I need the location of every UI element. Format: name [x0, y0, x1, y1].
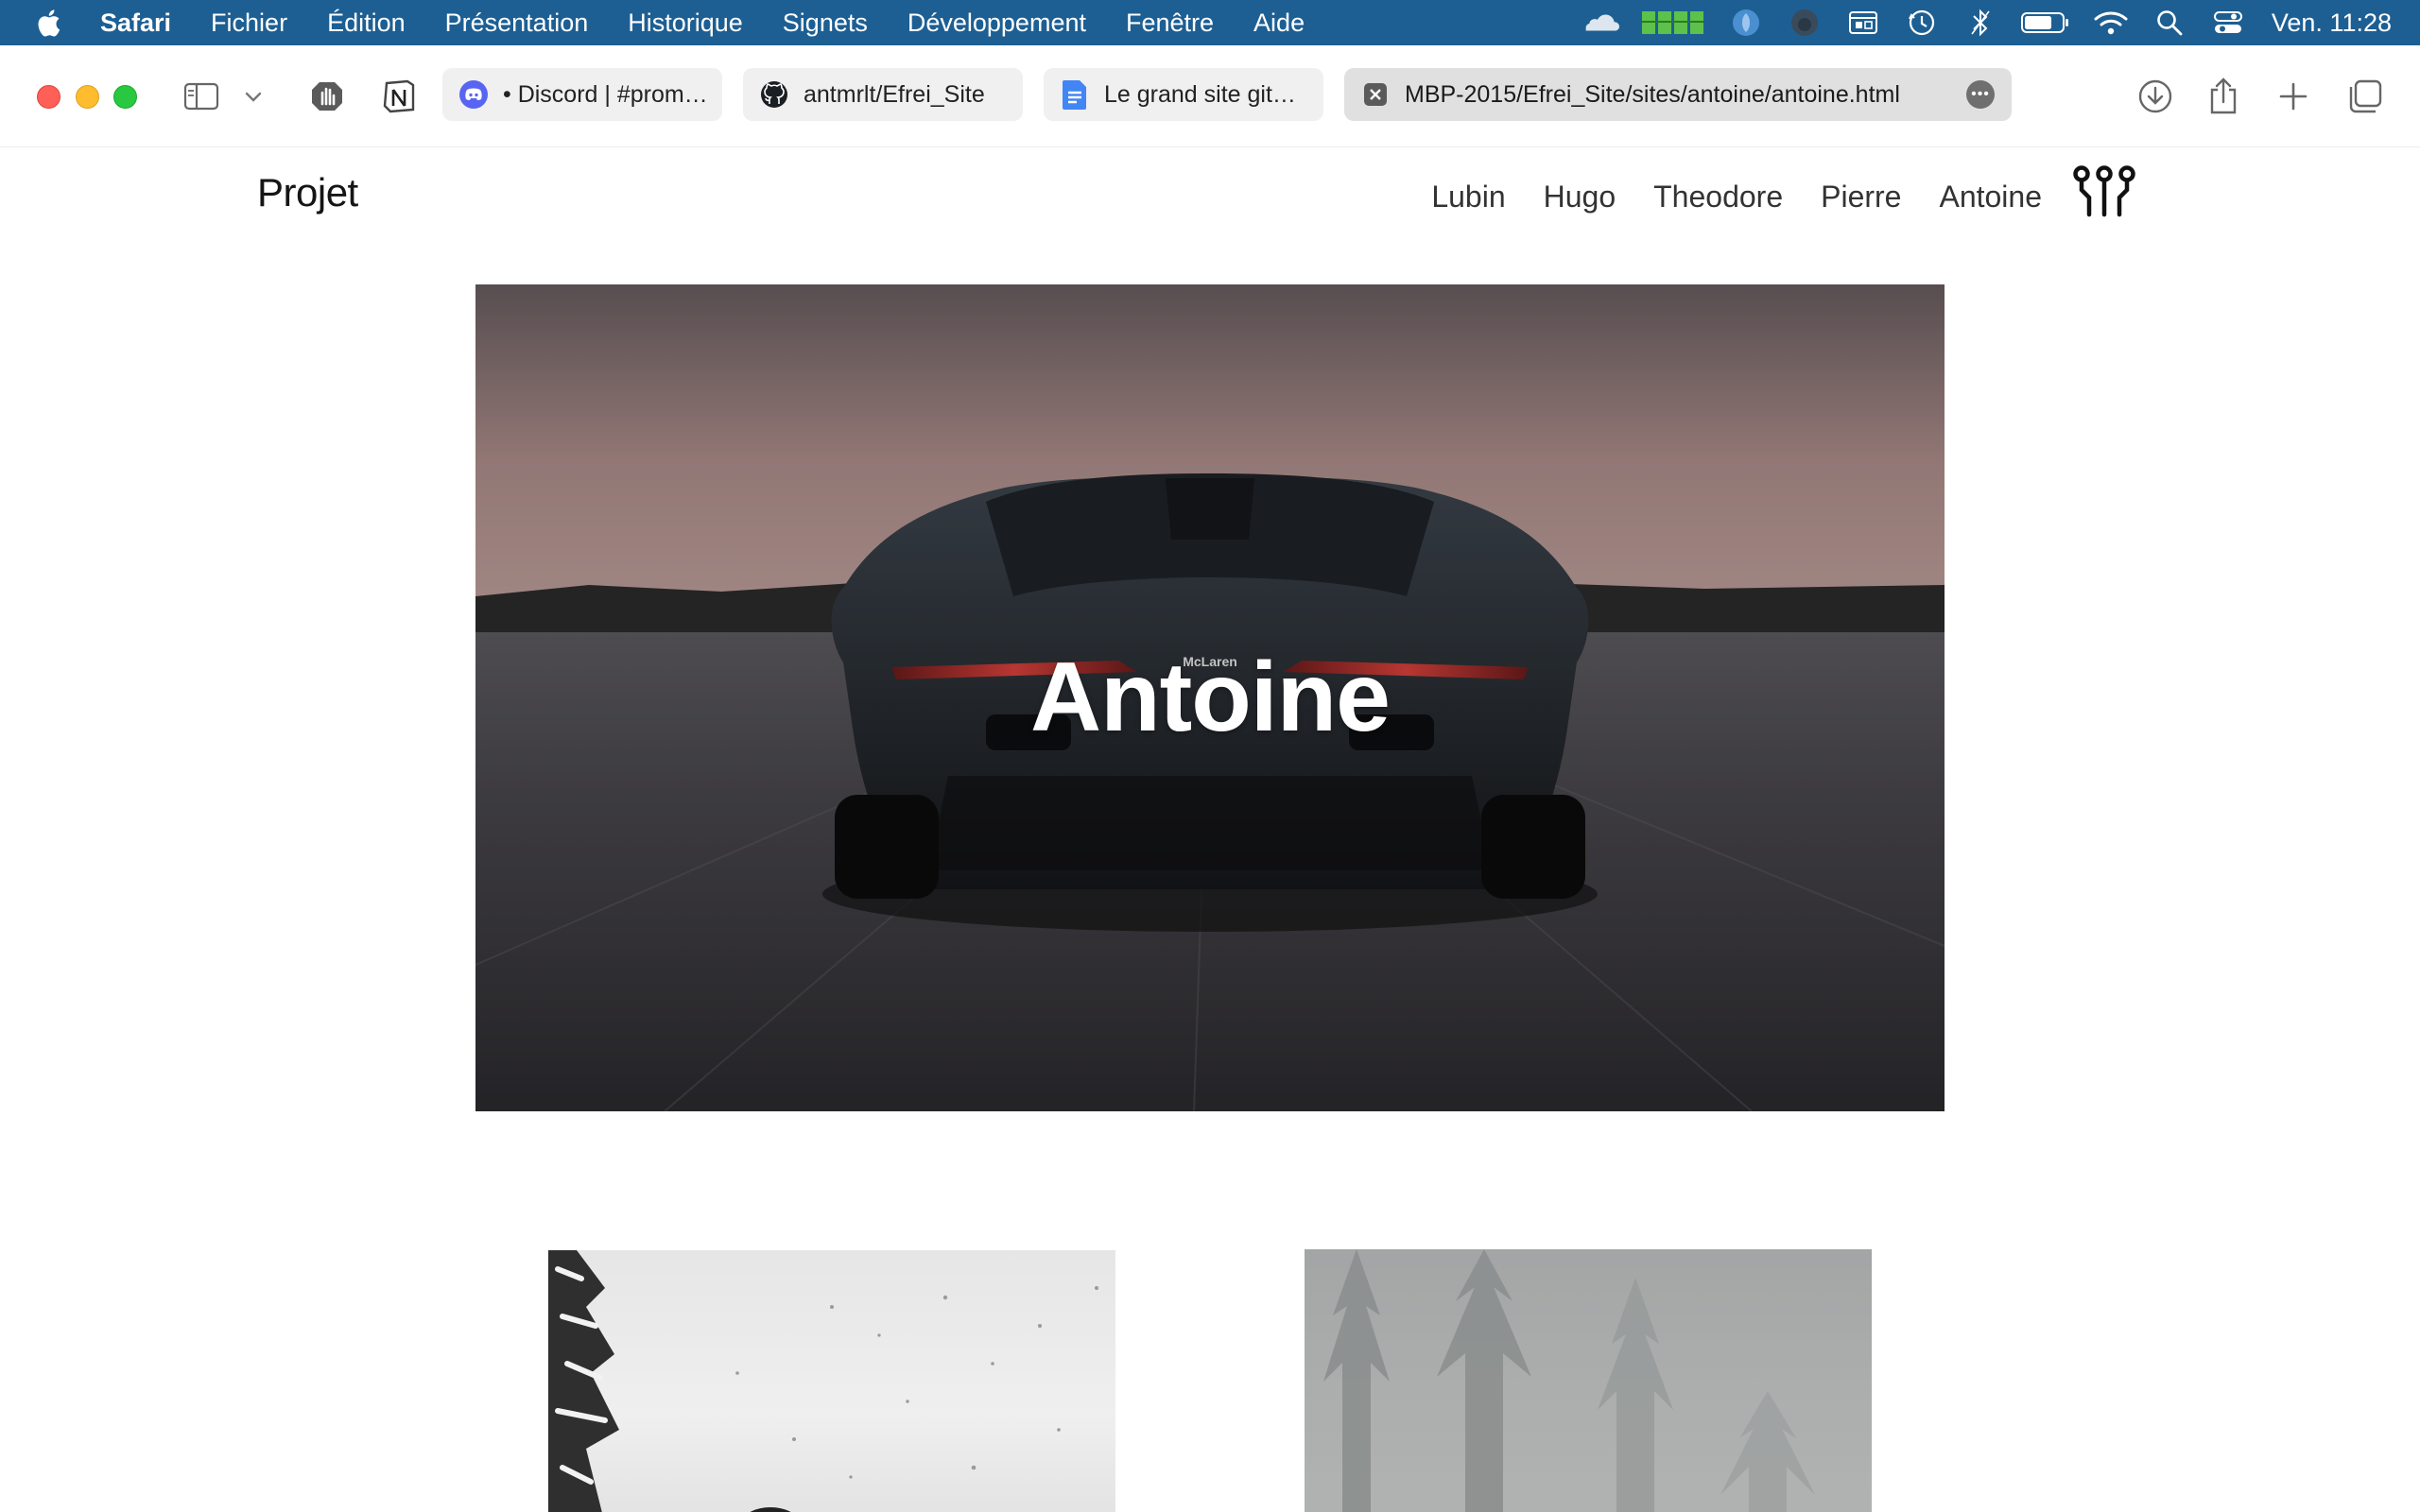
window-minimize-button[interactable] [76, 85, 99, 109]
tab-github[interactable]: antmrlt/Efrei_Site [743, 68, 1023, 121]
new-tab-button[interactable] [2273, 76, 2314, 117]
bluetooth-icon[interactable] [1962, 7, 1999, 39]
gallery-image-snow[interactable] [548, 1250, 1115, 1512]
nav-link-antoine[interactable]: Antoine [1939, 180, 2042, 215]
notion-icon[interactable] [380, 77, 418, 115]
github-cat-icon[interactable] [1786, 7, 1824, 39]
foggy-forest-photo [1305, 1249, 1872, 1512]
close-tab-icon[interactable] [1361, 80, 1390, 109]
battery-icon[interactable] [2020, 7, 2071, 39]
menu-historique[interactable]: Historique [628, 9, 743, 38]
address-url[interactable]: MBP-2015/Efrei_Site/sites/antoine/antoin… [1405, 81, 1900, 109]
hero-title: Antoine [1029, 643, 1391, 752]
status-area: Ven. 11:28 [1561, 0, 2392, 45]
tab-antoine-html-active[interactable]: MBP-2015/Efrei_Site/sites/antoine/antoin… [1344, 68, 2012, 121]
control-center-icon[interactable] [2209, 7, 2247, 39]
menu-developpement[interactable]: Développement [908, 9, 1086, 38]
time-machine-icon[interactable] [1903, 7, 1941, 39]
gallery-image-forest-fog[interactable] [1305, 1249, 1872, 1512]
tab-label: antmrlt/Efrei_Site [804, 80, 985, 108]
google-docs-icon [1061, 80, 1089, 110]
menubar-clock[interactable]: Ven. 11:28 [2272, 9, 2392, 38]
more-options-icon[interactable]: ••• [1966, 80, 1995, 109]
share-button[interactable] [2203, 74, 2244, 117]
download-icon [2138, 79, 2172, 113]
tab-overview-button[interactable] [2344, 76, 2386, 117]
window-zoom-button[interactable] [113, 85, 137, 109]
menu-edition[interactable]: Édition [327, 9, 406, 38]
nav-link-pierre[interactable]: Pierre [1821, 180, 1901, 215]
menu-app-safari[interactable]: Safari [100, 9, 171, 38]
github-icon [760, 80, 788, 109]
window-icon[interactable] [1844, 7, 1882, 39]
menu-bar: Safari Fichier Édition Présentation Hist… [0, 0, 2420, 45]
hand-stop-extension-icon[interactable] [308, 77, 346, 115]
tabs-overview-icon [2349, 79, 2382, 113]
site-header: Projet Lubin Hugo Theodore Pierre Antoin… [0, 147, 2420, 280]
nav-link-lubin[interactable]: Lubin [1431, 180, 1505, 215]
hero-image: McLaren Antoine [475, 284, 1945, 1111]
grid-meter-icon[interactable] [1640, 7, 1706, 39]
wifi-icon[interactable] [2092, 7, 2130, 39]
window-close-button[interactable] [37, 85, 60, 109]
apple-icon[interactable] [36, 7, 64, 39]
web-page: Projet Lubin Hugo Theodore Pierre Antoin… [0, 147, 2420, 1512]
menu-presentation[interactable]: Présentation [445, 9, 589, 38]
circuit-logo-icon[interactable] [2072, 164, 2136, 217]
tab-discord[interactable]: • Discord | #prom… [442, 68, 722, 121]
menu-signets[interactable]: Signets [783, 9, 868, 38]
tab-google-docs[interactable]: Le grand site git… [1044, 68, 1323, 121]
menu-fenetre[interactable]: Fenêtre [1126, 9, 1214, 38]
cloud-icon[interactable] [1582, 7, 1619, 39]
tab-label: Le grand site git… [1104, 80, 1296, 108]
site-nav: Lubin Hugo Theodore Pierre Antoine [1393, 180, 2042, 215]
app-menus: Safari Fichier Édition Présentation Hist… [100, 0, 1344, 45]
chevron-down-icon[interactable] [242, 85, 265, 108]
plus-icon [2279, 82, 2308, 111]
menu-aide[interactable]: Aide [1253, 9, 1305, 38]
snow-scene-photo [548, 1250, 1098, 1512]
share-icon [2210, 77, 2237, 114]
sidebar-icon [183, 82, 219, 111]
menu-fichier[interactable]: Fichier [211, 9, 287, 38]
shield-circle-icon[interactable] [1727, 7, 1765, 39]
discord-icon [459, 80, 488, 109]
sidebar-toggle-button[interactable] [183, 79, 221, 113]
site-brand[interactable]: Projet [257, 170, 358, 215]
nav-link-theodore[interactable]: Theodore [1653, 180, 1783, 215]
search-icon[interactable] [2151, 7, 2188, 39]
nav-link-hugo[interactable]: Hugo [1544, 180, 1616, 215]
downloads-button[interactable] [2135, 76, 2176, 117]
tab-label: • Discord | #prom… [503, 80, 708, 108]
